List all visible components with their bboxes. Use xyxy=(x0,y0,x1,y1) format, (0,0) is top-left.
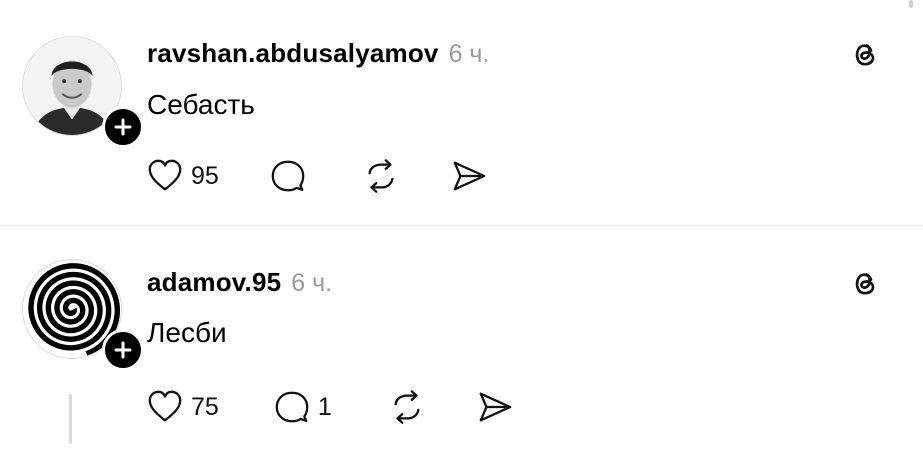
avatar-container[interactable] xyxy=(22,259,144,371)
username-link[interactable]: ravshan.abdusalyamov xyxy=(147,38,439,69)
follow-plus-button[interactable] xyxy=(102,106,144,148)
repost-icon xyxy=(394,390,420,424)
repost-button[interactable] xyxy=(362,156,400,196)
post-header: adamov.95 6 ч. xyxy=(147,267,332,298)
thread-line xyxy=(69,394,72,444)
plus-icon xyxy=(114,118,132,136)
post-time: 6 ч. xyxy=(448,40,490,68)
post-text: Лесби xyxy=(147,317,227,348)
reply-button[interactable] xyxy=(269,156,314,196)
comment-icon xyxy=(271,160,305,192)
heart-icon xyxy=(148,159,182,191)
thread-post: adamov.95 6 ч. Лесби 75 1 xyxy=(0,226,923,458)
send-icon xyxy=(479,392,512,422)
post-time: 6 ч. xyxy=(291,269,333,297)
heart-icon xyxy=(148,390,182,422)
send-icon xyxy=(453,161,486,191)
reply-count: 1 xyxy=(317,392,332,421)
like-button[interactable]: 95 xyxy=(146,156,219,196)
like-button[interactable]: 75 xyxy=(146,387,219,427)
username-link[interactable]: adamov.95 xyxy=(147,267,281,298)
follow-plus-button[interactable] xyxy=(102,329,144,371)
post-header: ravshan.abdusalyamov 6 ч. xyxy=(147,38,489,69)
repost-button[interactable] xyxy=(388,387,426,427)
repost-icon xyxy=(368,159,394,193)
thread-post: ravshan.abdusalyamov 6 ч. Себасть 95 xyxy=(0,0,923,225)
threads-icon[interactable] xyxy=(848,37,882,71)
threads-icon[interactable] xyxy=(848,266,882,300)
reply-button[interactable]: 1 xyxy=(273,387,332,427)
share-button[interactable] xyxy=(450,156,488,196)
share-button[interactable] xyxy=(476,387,514,427)
like-count: 95 xyxy=(191,161,219,190)
post-text: Себасть xyxy=(147,89,255,120)
post-actions: 75 1 xyxy=(146,387,514,427)
comment-icon xyxy=(275,391,309,423)
avatar-container[interactable] xyxy=(22,36,144,148)
like-count: 75 xyxy=(191,392,219,421)
post-actions: 95 xyxy=(146,156,488,196)
plus-icon xyxy=(114,341,132,359)
